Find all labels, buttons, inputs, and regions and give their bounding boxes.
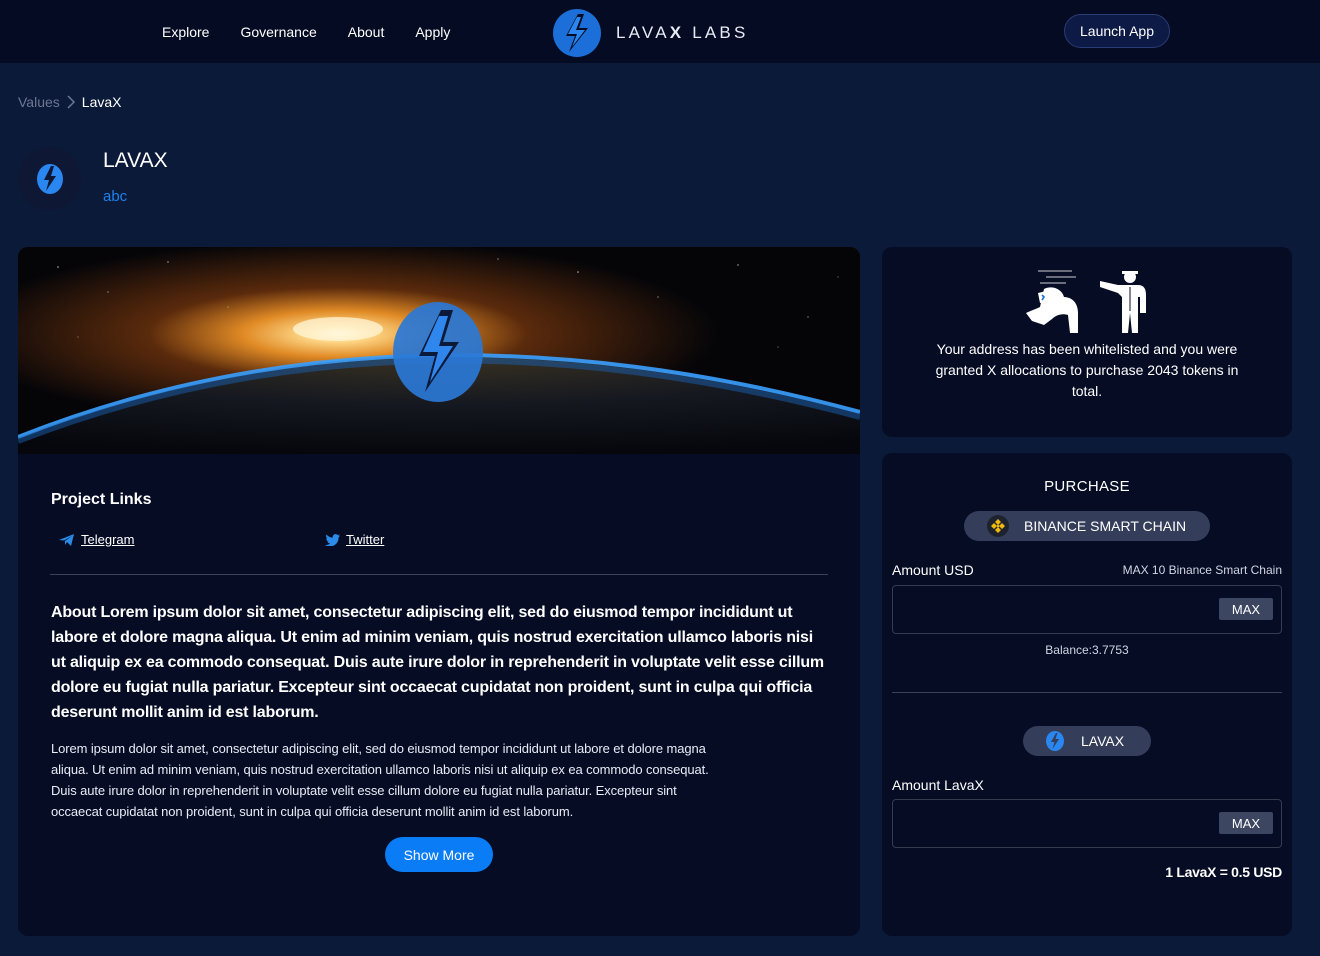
lavax-logo-icon <box>553 9 601 57</box>
telegram-link[interactable]: Telegram <box>59 532 134 547</box>
nav-about[interactable]: About <box>348 24 385 40</box>
nav-links: Explore Governance About Apply <box>162 0 481 63</box>
amount-usd-field[interactable]: MAX <box>892 585 1282 634</box>
whitelist-message: Your address has been whitelisted and yo… <box>935 341 1239 399</box>
max-lavax-button[interactable]: MAX <box>1219 812 1273 834</box>
show-more-button[interactable]: Show More <box>385 837 493 872</box>
lavax-logo-icon <box>393 302 483 402</box>
amount-lavax-field[interactable]: MAX <box>892 799 1282 848</box>
divider <box>892 692 1282 693</box>
nav-explore[interactable]: Explore <box>162 24 209 40</box>
top-nav: Explore Governance About Apply LAVAX LAB… <box>0 0 1320 63</box>
chain-selector[interactable]: BINANCE SMART CHAIN <box>964 511 1210 541</box>
about-heading: About Lorem ipsum dolor sit amet, consec… <box>51 604 824 721</box>
chain-label: BINANCE SMART CHAIN <box>1024 518 1187 534</box>
bnb-icon <box>987 515 1009 537</box>
about-body: Lorem ipsum dolor sit amet, consectetur … <box>51 741 709 819</box>
twitter-link[interactable]: Twitter <box>325 532 384 547</box>
max-usd-button[interactable]: MAX <box>1219 598 1273 620</box>
balance-text: Balance:3.7753 <box>1045 643 1129 657</box>
breadcrumb: Values LavaX <box>18 94 121 110</box>
amount-lavax-label: Amount LavaX <box>892 777 984 793</box>
telegram-label: Telegram <box>81 532 135 547</box>
nav-governance[interactable]: Governance <box>240 24 316 40</box>
purchase-title: PURCHASE <box>1044 478 1130 495</box>
lavax-logo-icon <box>36 163 63 194</box>
amount-usd-max-hint: MAX 10 Binance Smart Chain <box>1122 563 1282 577</box>
breadcrumb-current: LavaX <box>81 94 122 110</box>
exchange-rate: 1 LavaX = 0.5 USD <box>1165 864 1282 880</box>
twitter-label: Twitter <box>346 532 385 547</box>
launch-app-button[interactable]: Launch App <box>1064 14 1170 48</box>
brand-name: LAVAX LABS <box>616 23 749 42</box>
purchase-card: PURCHASE BINANCE SMART CHAIN Amount USD … <box>882 453 1292 936</box>
token-label: LAVAX <box>1081 733 1125 749</box>
project-avatar <box>18 147 81 210</box>
lavax-logo-icon <box>1045 731 1065 751</box>
project-subtitle[interactable]: abc <box>103 188 127 205</box>
divider <box>50 574 828 575</box>
telegram-icon <box>59 533 74 546</box>
project-title: LAVAX <box>103 149 168 172</box>
whitelist-card: Your address has been whitelisted and yo… <box>882 247 1292 437</box>
project-card: Project Links Telegram Twitter About Lor… <box>18 247 860 936</box>
project-banner <box>18 247 860 454</box>
twitter-icon <box>325 533 340 546</box>
project-links-title: Project Links <box>51 491 152 508</box>
whitelist-illustration-icon <box>1026 270 1146 333</box>
token-selector[interactable]: LAVAX <box>1023 726 1151 756</box>
chevron-right-icon <box>67 95 75 109</box>
brand[interactable]: LAVAX LABS <box>552 8 749 58</box>
nav-apply[interactable]: Apply <box>415 24 450 40</box>
amount-usd-label: Amount USD <box>892 562 974 578</box>
breadcrumb-values[interactable]: Values <box>18 94 60 110</box>
